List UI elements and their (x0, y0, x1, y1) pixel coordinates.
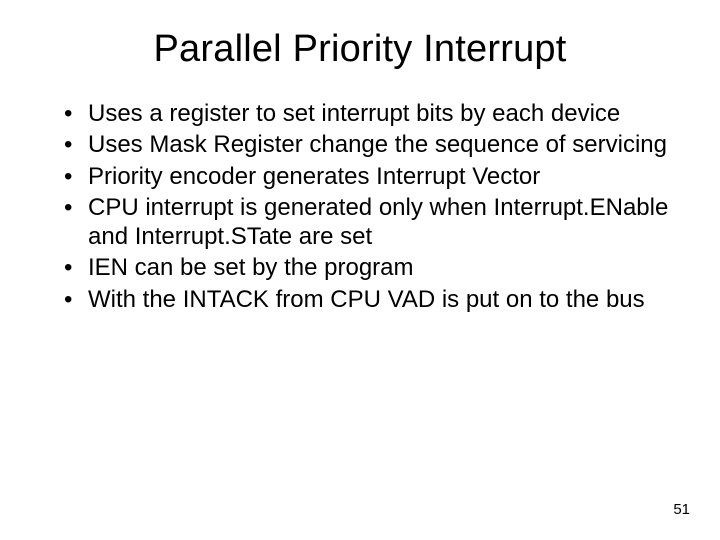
slide-title: Parallel Priority Interrupt (40, 28, 680, 71)
list-item: Uses a register to set interrupt bits by… (64, 99, 670, 128)
slide: Parallel Priority Interrupt Uses a regis… (0, 0, 720, 540)
list-item: Priority encoder generates Interrupt Vec… (64, 162, 670, 191)
list-item: Uses Mask Register change the sequence o… (64, 130, 670, 159)
list-item: CPU interrupt is generated only when Int… (64, 193, 670, 252)
list-item: With the INTACK from CPU VAD is put on t… (64, 285, 670, 314)
page-number: 51 (673, 501, 690, 518)
list-item: IEN can be set by the program (64, 253, 670, 282)
bullet-list: Uses a register to set interrupt bits by… (64, 99, 670, 314)
